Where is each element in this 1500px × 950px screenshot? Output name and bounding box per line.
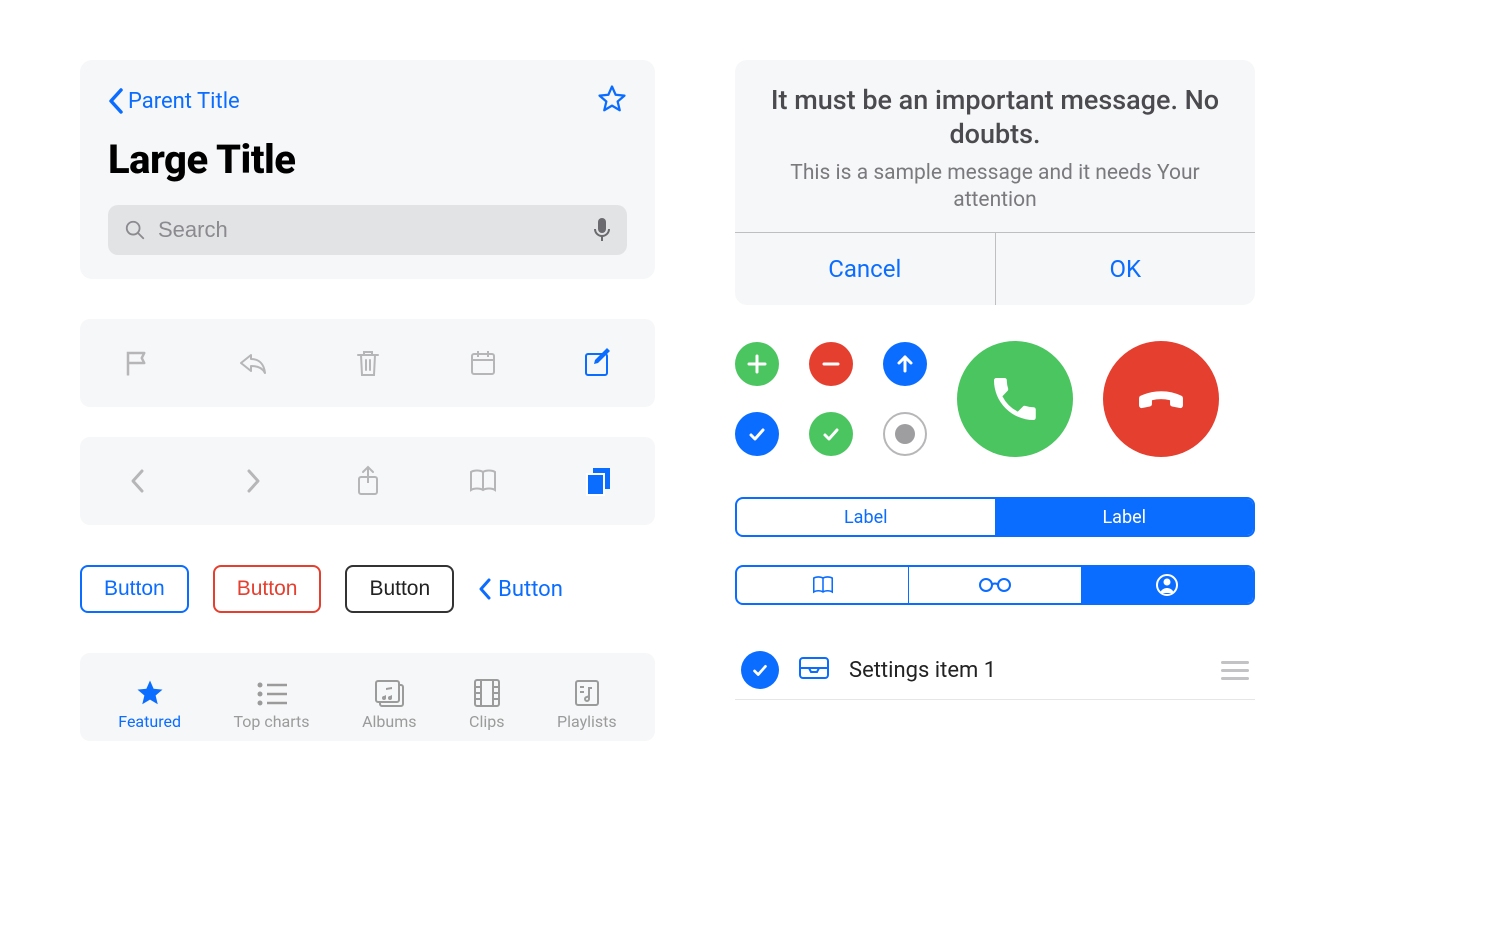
segment-glasses[interactable] <box>909 567 1081 603</box>
plus-icon <box>746 353 768 375</box>
page-title: Large Title <box>108 136 627 183</box>
check-button-blue[interactable] <box>735 412 779 456</box>
playlist-icon <box>573 678 601 708</box>
back-button[interactable]: Parent Title <box>108 88 240 114</box>
search-input[interactable] <box>156 216 593 244</box>
inbox-icon <box>797 654 831 686</box>
tab-featured[interactable]: Featured <box>118 678 181 731</box>
call-decline-button[interactable] <box>1103 341 1219 457</box>
trash-icon[interactable] <box>352 347 384 379</box>
tab-label: Featured <box>118 712 181 731</box>
alert-ok-button[interactable]: OK <box>996 233 1256 305</box>
segment-book[interactable] <box>737 567 909 603</box>
segmented-control-icons <box>735 565 1255 605</box>
button-outline-black[interactable]: Button <box>345 565 454 613</box>
alert-title: It must be an important message. No doub… <box>763 84 1227 152</box>
alert-cancel-button[interactable]: Cancel <box>735 233 996 305</box>
tab-top-charts[interactable]: Top charts <box>234 680 310 731</box>
check-button-green[interactable] <box>809 412 853 456</box>
button-outline-blue[interactable]: Button <box>80 565 189 613</box>
list-icon <box>255 680 289 708</box>
toolbar-1 <box>80 319 655 407</box>
chevron-left-icon <box>108 88 124 114</box>
tab-clips[interactable]: Clips <box>469 678 504 731</box>
button-outline-red[interactable]: Button <box>213 565 322 613</box>
check-icon <box>741 651 779 689</box>
nav-header-card: Parent Title Large Title <box>80 60 655 279</box>
tab-playlists[interactable]: Playlists <box>557 678 617 731</box>
phone-icon <box>987 371 1043 427</box>
radio-button[interactable] <box>883 412 927 456</box>
album-icon <box>373 678 405 708</box>
toolbar-2 <box>80 437 655 525</box>
alert-message: This is a sample message and it needs Yo… <box>763 160 1227 215</box>
book-icon[interactable] <box>467 465 499 497</box>
drag-handle-icon[interactable] <box>1221 661 1249 680</box>
alert-dialog: It must be an important message. No doub… <box>735 60 1255 305</box>
button-text[interactable]: Button <box>478 577 563 602</box>
segment-label-b[interactable]: Label <box>996 499 1254 535</box>
chevron-left-icon[interactable] <box>122 465 154 497</box>
upload-button[interactable] <box>883 342 927 386</box>
arrow-up-icon <box>894 353 916 375</box>
call-accept-button[interactable] <box>957 341 1073 457</box>
calendar-icon[interactable] <box>467 347 499 379</box>
chevron-right-icon[interactable] <box>237 465 269 497</box>
add-button[interactable] <box>735 342 779 386</box>
check-icon <box>820 423 842 445</box>
share-icon[interactable] <box>352 465 384 497</box>
segmented-control-labels: Label Label <box>735 497 1255 537</box>
check-icon <box>746 423 768 445</box>
tab-label: Clips <box>469 712 504 731</box>
tab-label: Albums <box>362 712 416 731</box>
circle-button-row <box>735 341 1255 457</box>
mic-icon[interactable] <box>593 217 611 243</box>
back-label: Parent Title <box>128 89 240 114</box>
compose-icon[interactable] <box>582 347 614 379</box>
book-icon <box>810 575 836 595</box>
glasses-icon <box>978 577 1012 593</box>
search-icon <box>124 219 146 241</box>
reply-icon[interactable] <box>237 347 269 379</box>
minus-icon <box>820 353 842 375</box>
button-text-label: Button <box>498 577 563 602</box>
remove-button[interactable] <box>809 342 853 386</box>
settings-list-item[interactable]: Settings item 1 <box>735 641 1255 700</box>
copy-icon[interactable] <box>582 465 614 497</box>
flag-icon[interactable] <box>122 347 154 379</box>
chevron-left-icon <box>478 578 492 600</box>
settings-item-label: Settings item 1 <box>849 658 1203 683</box>
film-icon <box>473 678 501 708</box>
tab-label: Playlists <box>557 712 617 731</box>
phone-down-icon <box>1130 368 1192 430</box>
tab-albums[interactable]: Albums <box>362 678 416 731</box>
tab-bar: Featured Top charts Albums Clips Playlis… <box>80 653 655 741</box>
star-icon <box>135 678 165 708</box>
segment-label-a[interactable]: Label <box>737 499 996 535</box>
button-row: Button Button Button Button <box>80 565 655 613</box>
star-icon[interactable] <box>597 84 627 118</box>
user-icon <box>1156 574 1178 596</box>
segment-user[interactable] <box>1082 567 1253 603</box>
search-bar[interactable] <box>108 205 627 255</box>
tab-label: Top charts <box>234 712 310 731</box>
